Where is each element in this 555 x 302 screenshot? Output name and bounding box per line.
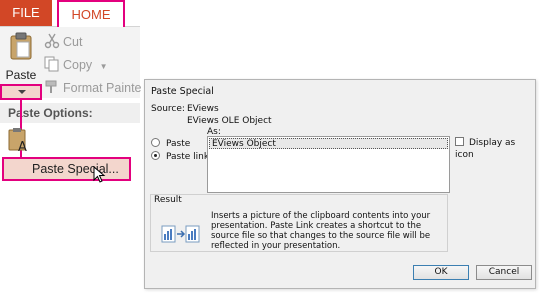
paste-link-radio-label: Paste link xyxy=(166,152,210,162)
cut-button[interactable]: Cut xyxy=(44,32,82,52)
display-as-icon-checkbox[interactable]: Display as icon xyxy=(455,137,535,160)
result-label: Result xyxy=(152,195,184,205)
format-painter-label: Format Painte xyxy=(63,81,142,95)
tab-home[interactable]: HOME xyxy=(57,0,125,27)
radio-button-selected[interactable] xyxy=(151,151,160,160)
paste-button[interactable]: Paste xyxy=(2,28,40,84)
paste-special-dialog: Paste Special Source: EViews EViews OLE … xyxy=(144,79,536,289)
chevron-down-icon xyxy=(18,90,26,94)
copy-button[interactable]: Copy ▼ xyxy=(44,55,108,75)
dialog-title: Paste Special xyxy=(151,86,214,97)
tab-file[interactable]: FILE xyxy=(0,0,52,26)
paste-special-menu-item[interactable]: Paste Special... xyxy=(2,157,131,181)
paste-link-result-icon xyxy=(161,225,200,243)
radio-button[interactable] xyxy=(151,138,160,147)
paste-radio[interactable]: Paste xyxy=(151,138,190,150)
ribbon: FILE HOME Paste Cut Copy ▼ Format Painte xyxy=(0,0,142,302)
copy-icon xyxy=(44,56,59,72)
mouse-cursor-icon xyxy=(93,166,106,183)
paste-radio-label: Paste xyxy=(166,139,191,149)
source-app: EViews xyxy=(187,104,219,114)
paintbrush-icon xyxy=(45,80,57,93)
copy-label: Copy xyxy=(63,58,93,72)
clipboard-icon xyxy=(10,32,32,60)
keep-text-only-icon[interactable]: A xyxy=(8,127,30,153)
paste-label: Paste xyxy=(5,68,37,82)
source-label: Source: xyxy=(151,104,185,114)
paste-dropdown-arrow[interactable] xyxy=(0,84,42,100)
cancel-button[interactable]: Cancel xyxy=(476,265,532,280)
ok-button[interactable]: OK xyxy=(413,265,469,280)
display-as-icon-label: Display as icon xyxy=(455,138,516,160)
svg-text:A: A xyxy=(18,140,27,153)
chevron-down-icon[interactable]: ▼ xyxy=(100,62,108,71)
paste-link-radio[interactable]: Paste link xyxy=(151,151,209,163)
result-description: Inserts a picture of the clipboard conte… xyxy=(211,211,431,251)
source-object: EViews OLE Object xyxy=(187,116,272,126)
cut-label: Cut xyxy=(63,35,83,49)
scissors-icon xyxy=(44,33,60,49)
format-painter-button[interactable]: Format Painte xyxy=(44,78,142,98)
checkbox[interactable] xyxy=(455,137,464,146)
list-item[interactable]: EViews Object xyxy=(209,138,448,149)
as-listbox[interactable]: EViews Object xyxy=(207,136,450,193)
